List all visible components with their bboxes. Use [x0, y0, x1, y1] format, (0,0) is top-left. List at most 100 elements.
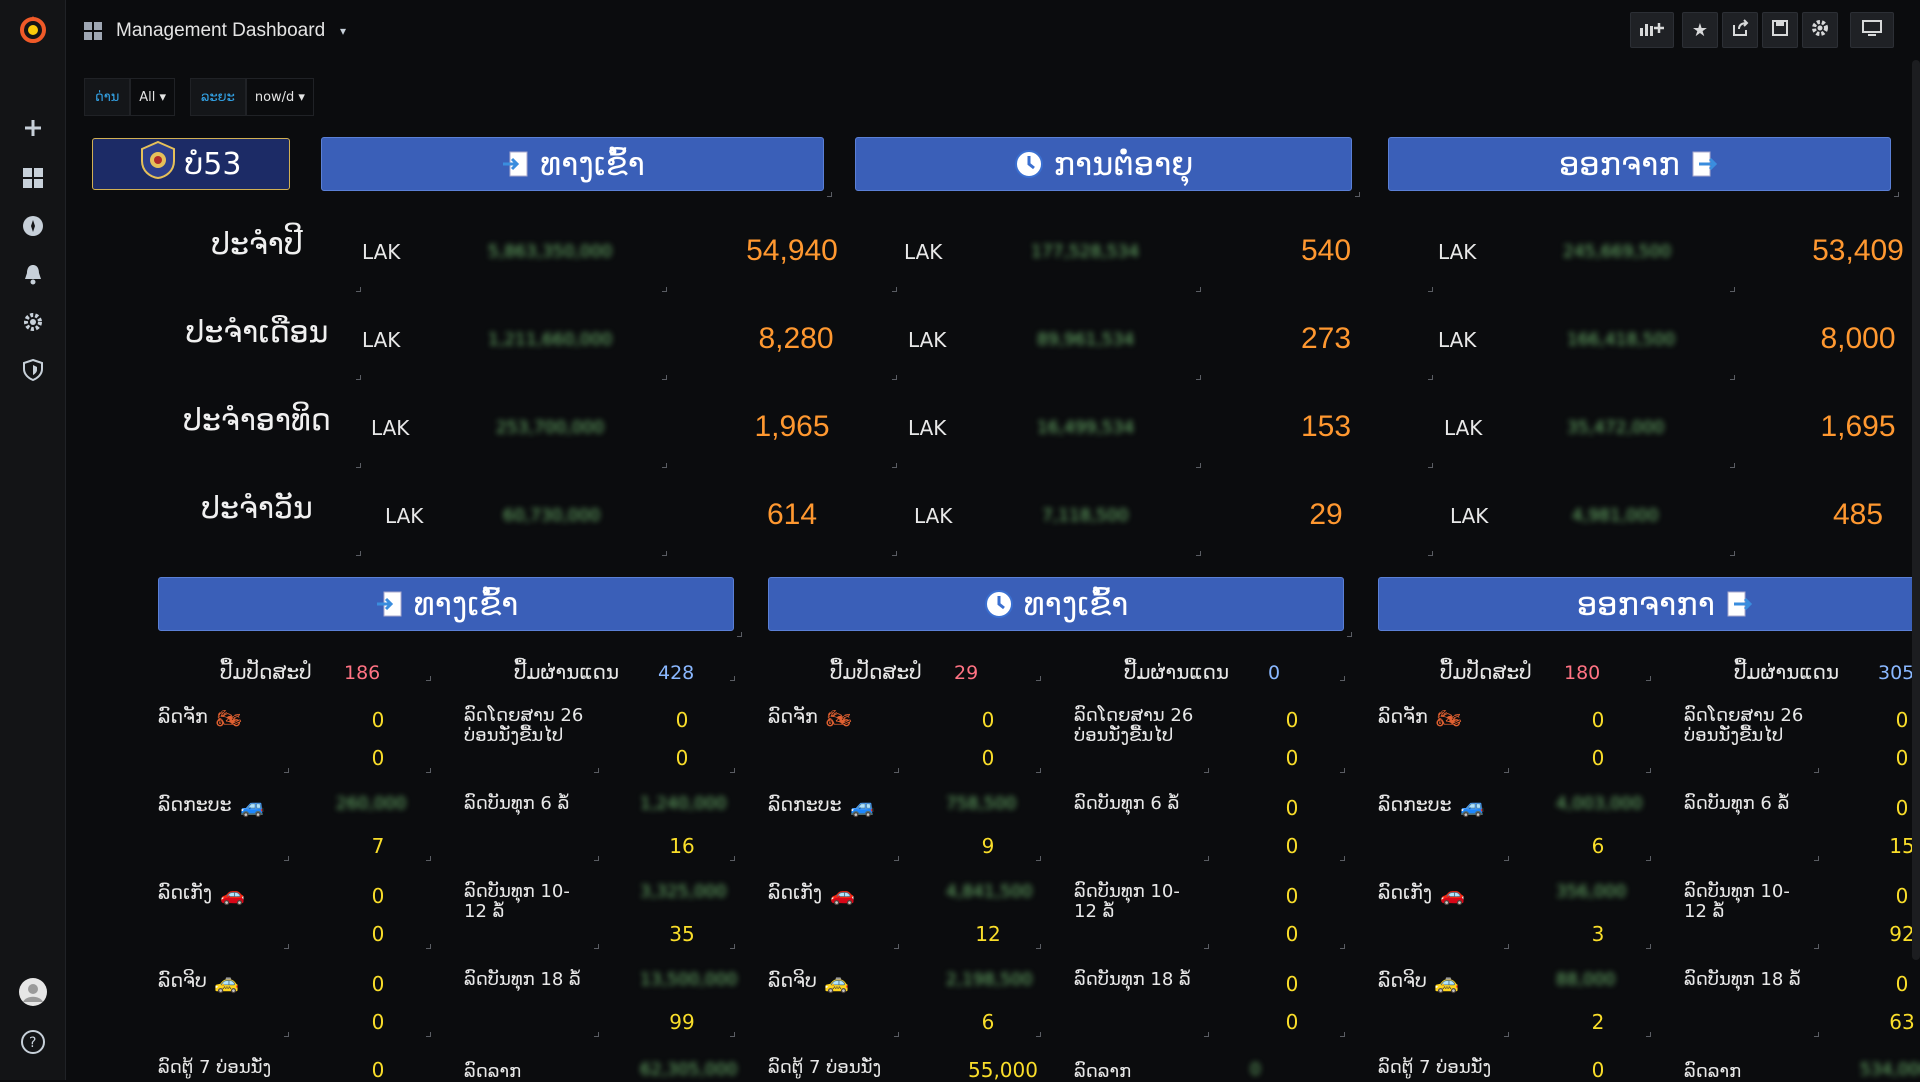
panel-resize-corner[interactable] [1646, 1032, 1651, 1037]
panel-resize-corner[interactable] [284, 856, 289, 861]
add-panel-button[interactable] [1630, 12, 1674, 48]
panel-resize-corner[interactable] [827, 192, 832, 197]
panel-resize-corner[interactable] [1340, 1032, 1345, 1037]
panel-resize-corner[interactable] [426, 856, 431, 861]
panel-resize-corner[interactable] [1646, 856, 1651, 861]
panel-resize-corner[interactable] [894, 944, 899, 949]
panel-resize-corner[interactable] [1340, 944, 1345, 949]
panel-resize-corner[interactable] [662, 375, 667, 380]
panel-resize-corner[interactable] [1814, 768, 1819, 773]
panel-resize-corner[interactable] [594, 856, 599, 861]
panel-resize-corner[interactable] [1730, 375, 1735, 380]
panel-resize-corner[interactable] [1504, 768, 1509, 773]
panel-resize-corner[interactable] [356, 375, 361, 380]
panel-resize-corner[interactable] [594, 768, 599, 773]
panel-resize-corner[interactable] [1646, 676, 1651, 681]
panel-resize-corner[interactable] [662, 551, 667, 556]
tv-mode-button[interactable] [1850, 12, 1894, 48]
panel-resize-corner[interactable] [892, 375, 897, 380]
chevron-down-icon[interactable]: ▾ [340, 24, 346, 38]
panel-resize-corner[interactable] [1036, 856, 1041, 861]
dashboards-icon[interactable] [0, 158, 66, 198]
panel-resize-corner[interactable] [894, 1032, 899, 1037]
panel-resize-corner[interactable] [1355, 192, 1360, 197]
variable-period[interactable]: ລະຍະ now/d ▾ [190, 78, 314, 116]
panel-resize-corner[interactable] [730, 1032, 735, 1037]
panel-resize-corner[interactable] [1036, 1032, 1041, 1037]
panel-resize-corner[interactable] [1340, 768, 1345, 773]
panel-resize-corner[interactable] [1196, 551, 1201, 556]
panel-resize-corner[interactable] [894, 768, 899, 773]
variable-select[interactable]: now/d ▾ [245, 78, 314, 116]
panel-resize-corner[interactable] [892, 551, 897, 556]
panel-resize-corner[interactable] [1196, 375, 1201, 380]
panel-resize-corner[interactable] [594, 944, 599, 949]
panel-resize-corner[interactable] [1894, 192, 1899, 197]
panel-resize-corner[interactable] [356, 463, 361, 468]
panel-resize-corner[interactable] [1428, 463, 1433, 468]
explore-icon[interactable] [0, 206, 66, 246]
panel-resize-corner[interactable] [1204, 768, 1209, 773]
panel-resize-corner[interactable] [594, 1032, 599, 1037]
panel-resize-corner[interactable] [284, 1032, 289, 1037]
panel-resize-corner[interactable] [730, 856, 735, 861]
scrollbar[interactable] [1912, 60, 1920, 960]
panel-resize-corner[interactable] [1730, 551, 1735, 556]
gear-icon[interactable] [0, 302, 66, 342]
panel-resize-corner[interactable] [1504, 1032, 1509, 1037]
panel-resize-corner[interactable] [1340, 856, 1345, 861]
variable-select[interactable]: All ▾ [130, 78, 176, 116]
panel-resize-corner[interactable] [1814, 856, 1819, 861]
settings-button[interactable] [1802, 12, 1838, 48]
panel-resize-corner[interactable] [1036, 944, 1041, 949]
panel-resize-corner[interactable] [426, 944, 431, 949]
plus-icon[interactable] [0, 108, 66, 148]
panel-resize-corner[interactable] [892, 463, 897, 468]
panel-resize-corner[interactable] [730, 676, 735, 681]
panel-resize-corner[interactable] [1036, 768, 1041, 773]
panel-resize-corner[interactable] [1196, 463, 1201, 468]
dashboard-title[interactable]: Management Dashboard [116, 20, 325, 42]
panel-resize-corner[interactable] [1036, 676, 1041, 681]
bell-icon[interactable] [0, 254, 66, 294]
panel-resize-corner[interactable] [284, 944, 289, 949]
panel-resize-corner[interactable] [1646, 944, 1651, 949]
grafana-logo-icon[interactable] [0, 10, 66, 50]
panel-resize-corner[interactable] [662, 463, 667, 468]
help-icon[interactable]: ? [0, 1022, 66, 1062]
panel-resize-corner[interactable] [426, 1032, 431, 1037]
panel-resize-corner[interactable] [1428, 375, 1433, 380]
panel-resize-corner[interactable] [1730, 287, 1735, 292]
save-button[interactable] [1762, 12, 1798, 48]
panel-resize-corner[interactable] [1196, 287, 1201, 292]
panel-resize-corner[interactable] [426, 768, 431, 773]
panel-resize-corner[interactable] [356, 287, 361, 292]
panel-resize-corner[interactable] [1814, 1032, 1819, 1037]
panel-resize-corner[interactable] [730, 944, 735, 949]
panel-resize-corner[interactable] [1204, 856, 1209, 861]
variable-checkpoint[interactable]: ດ່ານ All ▾ [84, 78, 176, 116]
panel-resize-corner[interactable] [426, 676, 431, 681]
shield-icon[interactable] [0, 350, 66, 390]
panel-resize-corner[interactable] [1428, 287, 1433, 292]
panel-resize-corner[interactable] [737, 632, 742, 637]
star-button[interactable]: ★ [1682, 12, 1718, 48]
panel-resize-corner[interactable] [1204, 944, 1209, 949]
panel-resize-corner[interactable] [1504, 856, 1509, 861]
panel-resize-corner[interactable] [1428, 551, 1433, 556]
share-button[interactable] [1722, 12, 1758, 48]
panel-resize-corner[interactable] [1730, 463, 1735, 468]
panel-resize-corner[interactable] [894, 856, 899, 861]
panel-resize-corner[interactable] [1347, 632, 1352, 637]
panel-resize-corner[interactable] [1646, 768, 1651, 773]
panel-resize-corner[interactable] [1340, 676, 1345, 681]
panel-resize-corner[interactable] [284, 768, 289, 773]
avatar[interactable] [0, 972, 66, 1012]
panel-resize-corner[interactable] [662, 287, 667, 292]
panel-resize-corner[interactable] [730, 768, 735, 773]
panel-resize-corner[interactable] [1204, 1032, 1209, 1037]
panel-resize-corner[interactable] [356, 551, 361, 556]
panel-resize-corner[interactable] [892, 287, 897, 292]
panel-resize-corner[interactable] [1504, 944, 1509, 949]
panel-resize-corner[interactable] [1814, 944, 1819, 949]
